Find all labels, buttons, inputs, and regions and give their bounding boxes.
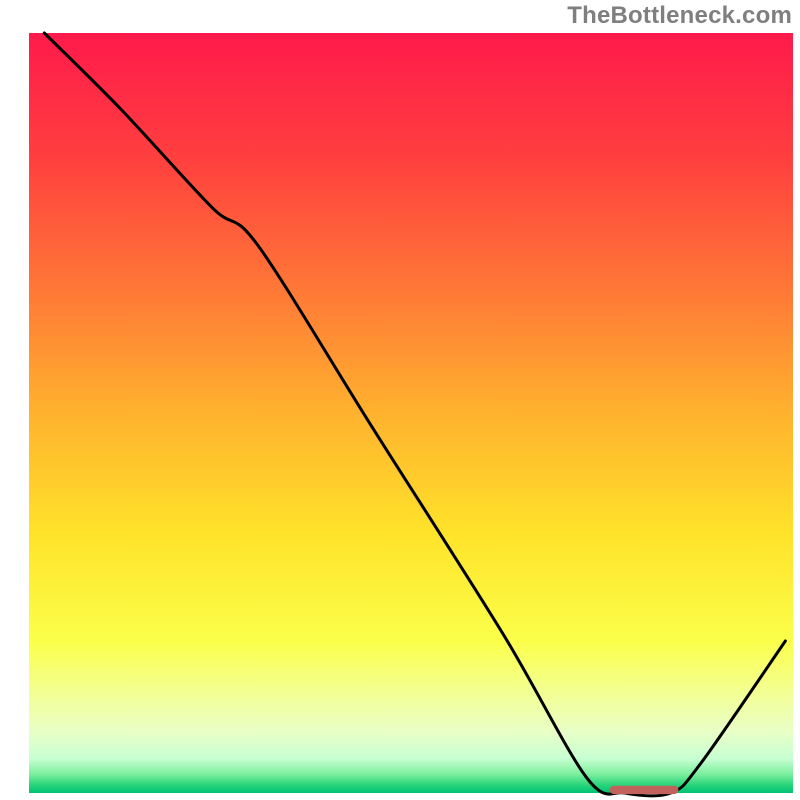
baseline-red-segment (610, 786, 679, 794)
chart-svg (0, 0, 800, 800)
chart-container: TheBottleneck.com (0, 0, 800, 800)
plot-background (29, 33, 793, 793)
